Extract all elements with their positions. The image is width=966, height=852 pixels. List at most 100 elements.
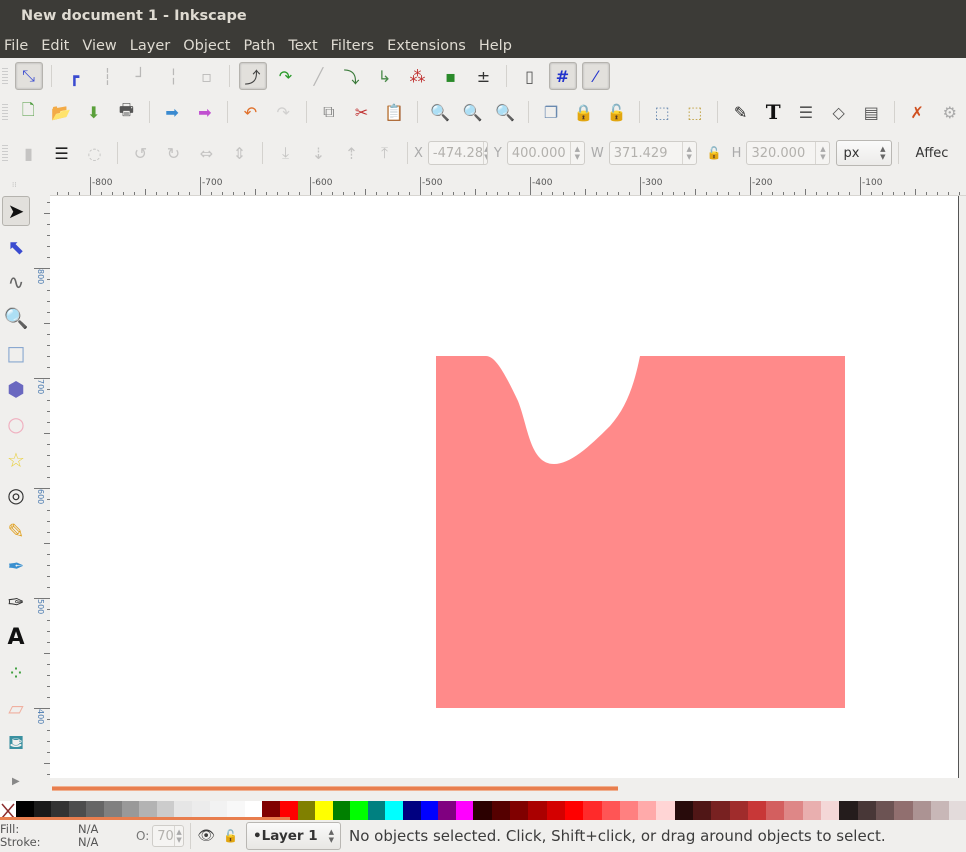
segment-curve-button[interactable]: ⁂ xyxy=(404,62,432,90)
export-button[interactable]: ➡ xyxy=(191,98,219,126)
spray-tool[interactable]: ⁘ xyxy=(2,658,30,688)
node-tool[interactable]: ⬉ xyxy=(2,232,30,262)
rotate-ccw-button[interactable]: ↺ xyxy=(127,139,155,167)
color-swatch[interactable] xyxy=(564,801,584,820)
print-button[interactable]: 🖶 xyxy=(113,98,141,126)
3d-box-tool[interactable]: ⬢ xyxy=(2,374,30,404)
spin-arrows-icon[interactable]: ▲▼ xyxy=(681,142,696,164)
menu-help[interactable]: Help xyxy=(479,38,512,54)
horizontal-scrollbar-thumb[interactable] xyxy=(52,786,618,791)
color-swatch[interactable] xyxy=(438,801,456,820)
selector-tool[interactable]: ➤ xyxy=(2,196,30,226)
color-swatch[interactable] xyxy=(297,801,316,820)
color-swatch[interactable] xyxy=(912,801,931,820)
rotate-cw-button[interactable]: ↻ xyxy=(160,139,188,167)
select-all-layers-button[interactable]: ☰ xyxy=(48,139,76,167)
node-cusp-button[interactable]: ⤴ xyxy=(238,62,267,90)
node-auto-button[interactable]: ⤵ xyxy=(338,62,366,90)
color-swatch[interactable] xyxy=(350,801,368,820)
color-swatch[interactable] xyxy=(821,801,840,820)
ungroup-button[interactable]: ⬚ xyxy=(681,98,709,126)
show-path-outline-button[interactable]: ⁄ xyxy=(581,62,610,90)
spiral-tool[interactable]: ◎ xyxy=(2,480,30,510)
spin-arrows-icon[interactable]: ▲▼ xyxy=(569,142,584,164)
spin-arrows-icon[interactable]: ▲▼ xyxy=(483,142,487,164)
visibility-eye-icon[interactable]: 👁 xyxy=(197,828,215,844)
show-grid-button[interactable]: # xyxy=(548,62,577,90)
color-swatch[interactable] xyxy=(385,801,404,820)
lower-button[interactable]: ⇣ xyxy=(305,139,333,167)
color-swatch[interactable] xyxy=(930,801,950,820)
show-clip-button[interactable]: ▯ xyxy=(516,62,544,90)
menu-layer[interactable]: Layer xyxy=(130,38,170,54)
color-swatch[interactable] xyxy=(528,801,547,820)
node-smooth-button[interactable]: ↷ xyxy=(272,62,300,90)
star-tool[interactable]: ☆ xyxy=(2,445,30,475)
horizontal-ruler[interactable]: -800-700-600-500-400-300-200-1000 xyxy=(50,177,966,196)
color-swatch[interactable] xyxy=(546,801,565,820)
vertical-scrollbar[interactable] xyxy=(958,196,966,778)
zoom-selection-button[interactable]: 🔍 xyxy=(426,98,454,126)
eraser-tool[interactable]: ▱ xyxy=(2,693,30,723)
text-tool[interactable]: A xyxy=(2,622,30,652)
paste-button[interactable]: 📋 xyxy=(380,98,408,126)
ellipse-tool[interactable]: ○ xyxy=(2,409,30,439)
color-swatch[interactable] xyxy=(766,801,785,820)
color-swatch[interactable] xyxy=(674,801,693,820)
menu-object[interactable]: Object xyxy=(183,38,230,54)
lock-ratio-icon[interactable]: 🔓 xyxy=(707,146,722,160)
show-transform-handles-button[interactable]: ⤡ xyxy=(14,62,43,90)
raise-button[interactable]: ⇡ xyxy=(338,139,366,167)
cut-button[interactable]: ✂ xyxy=(348,98,376,126)
deselect-button[interactable]: ◌ xyxy=(81,139,109,167)
x-input[interactable]: -474.28▲▼ xyxy=(427,141,488,165)
toolbar-grip[interactable] xyxy=(2,104,8,120)
color-swatch[interactable] xyxy=(802,801,822,820)
break-path-button[interactable]: ╎ xyxy=(160,62,188,90)
color-swatch[interactable] xyxy=(839,801,858,820)
copy-button[interactable]: ⧉ xyxy=(315,98,343,126)
insert-node-button[interactable]: ┏ xyxy=(61,62,89,90)
pen-tool[interactable]: ✒ xyxy=(2,551,30,581)
drawing-canvas[interactable] xyxy=(50,196,958,778)
color-swatch[interactable] xyxy=(491,801,511,820)
fill-stroke-button[interactable]: ✎ xyxy=(727,98,755,126)
h-input[interactable]: 320.000 ▲ ▼ xyxy=(746,141,831,165)
delete-node-button[interactable]: ┆ xyxy=(94,62,122,90)
toolbox-expand-icon[interactable]: ▶ xyxy=(12,776,20,787)
lower-bottom-button[interactable]: ⤓ xyxy=(272,139,300,167)
color-swatch[interactable] xyxy=(473,801,492,820)
segment-line-button[interactable]: ↳ xyxy=(371,62,399,90)
color-swatch[interactable] xyxy=(729,801,748,820)
unit-selector[interactable]: px ▲ ▼ xyxy=(836,140,893,166)
paint-bucket-tool[interactable]: ⛾ xyxy=(2,729,30,759)
tweak-tool[interactable]: ∿ xyxy=(2,267,30,297)
color-swatch[interactable] xyxy=(601,801,620,820)
color-swatch[interactable] xyxy=(420,801,439,820)
open-document-button[interactable]: 📂 xyxy=(47,98,75,126)
w-input[interactable]: 371.429 ▲ ▼ xyxy=(608,141,697,165)
color-swatch[interactable] xyxy=(367,801,386,820)
save-document-button[interactable]: ⬇ xyxy=(80,98,108,126)
import-button[interactable]: ➡ xyxy=(158,98,186,126)
text-font-button[interactable]: T xyxy=(759,98,787,126)
layers-button[interactable]: ☰ xyxy=(792,98,820,126)
toolbar-grip[interactable] xyxy=(2,145,8,161)
zoom-tool[interactable]: 🔍 xyxy=(2,303,30,333)
color-swatch[interactable] xyxy=(510,801,529,820)
new-document-button[interactable]: 🗋 xyxy=(14,98,42,126)
layer-selector[interactable]: •Layer 1 ▲ ▼ xyxy=(246,822,342,850)
undo-button[interactable]: ↶ xyxy=(237,98,265,126)
vertical-ruler[interactable]: 800 700 600 500 400 xyxy=(34,196,50,778)
menu-view[interactable]: View xyxy=(82,38,116,54)
group-button[interactable]: ⬚ xyxy=(648,98,676,126)
color-swatch[interactable] xyxy=(315,801,333,820)
spin-arrows-icon[interactable]: ▲▼ xyxy=(173,826,183,846)
fill-stroke-indicator[interactable]: Fill: N/A Stroke: N/A xyxy=(0,823,130,849)
preferences-button[interactable]: ✗ xyxy=(903,98,931,126)
color-swatch[interactable] xyxy=(894,801,913,820)
menu-file[interactable]: File xyxy=(4,38,28,54)
object-to-path-button[interactable]: ▪ xyxy=(437,62,465,90)
calligraphy-tool[interactable]: ✑ xyxy=(2,587,30,617)
unlink-clone-button[interactable]: 🔓 xyxy=(603,98,631,126)
